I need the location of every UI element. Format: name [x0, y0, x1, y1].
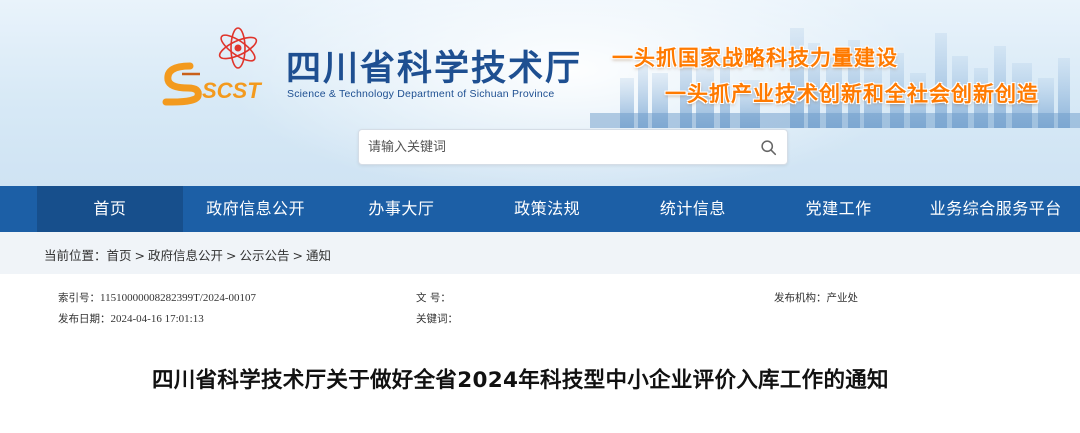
meta-keywords-label: 关键词： — [416, 313, 458, 325]
slogan-line-1: 一头抓国家战略科技力量建设 — [612, 46, 898, 70]
meta-publisher-value: 产业处 — [826, 292, 859, 304]
nav-item-service-hall[interactable]: 办事大厅 — [329, 186, 475, 232]
meta-index: 索引号：11510000008282399T/2024-00107 — [58, 290, 256, 305]
search-box — [358, 129, 788, 165]
breadcrumb-link-notices[interactable]: 通知 — [306, 248, 331, 263]
main-nav: 首页 政府信息公开 办事大厅 政策法规 统计信息 党建工作 业务综合服务平台 — [0, 186, 1080, 232]
breadcrumb-link-announcements[interactable]: 公示公告 — [240, 248, 290, 263]
meta-docno-label: 文 号： — [416, 292, 451, 304]
nav-item-home[interactable]: 首页 — [37, 186, 183, 232]
meta-publisher-label: 发布机构： — [774, 292, 827, 304]
nav-item-party-building[interactable]: 党建工作 — [766, 186, 912, 232]
breadcrumb-separator: > — [134, 248, 146, 263]
site-header: SCST 四川省科学技术厅 Science & Technology Depar… — [0, 0, 1080, 186]
logo-text: SCST — [202, 78, 262, 103]
meta-date: 发布日期：2024-04-16 17:01:13 — [58, 311, 204, 326]
search-input[interactable] — [359, 130, 749, 164]
meta-publisher: 发布机构：产业处 — [774, 290, 858, 305]
slogan-line-2: 一头抓产业技术创新和全社会创新创造 — [665, 82, 1039, 106]
scst-logo: SCST — [162, 27, 262, 106]
nav-item-service-platform[interactable]: 业务综合服务平台 — [912, 186, 1080, 232]
breadcrumb-link-home[interactable]: 首页 — [107, 248, 132, 263]
breadcrumb-link-gov-info[interactable]: 政府信息公开 — [148, 248, 223, 263]
nav-item-policies[interactable]: 政策法规 — [474, 186, 620, 232]
breadcrumb-separator: > — [292, 248, 304, 263]
breadcrumb-separator: > — [226, 248, 237, 263]
nav-item-statistics[interactable]: 统计信息 — [620, 186, 766, 232]
meta-keywords: 关键词： — [416, 311, 458, 326]
breadcrumb-bar: 当前位置：首页 > 政府信息公开 > 公示公告 > 通知 — [0, 232, 1080, 274]
meta-date-value: 2024-04-16 17:01:13 — [110, 313, 204, 325]
breadcrumb-prefix: 当前位置： — [44, 248, 107, 263]
meta-date-label: 发布日期： — [58, 313, 111, 325]
article-title: 四川省科学技术厅关于做好全省2024年科技型中小企业评价入库工作的通知 — [152, 368, 889, 393]
nav-item-gov-info[interactable]: 政府信息公开 — [183, 186, 329, 232]
site-title: 四川省科学技术厅 — [286, 49, 583, 89]
meta-index-value: 11510000008282399T/2024-00107 — [100, 292, 257, 304]
meta-docno: 文 号： — [416, 290, 451, 305]
site-subtitle: Science & Technology Department of Sichu… — [287, 88, 555, 100]
search-icon[interactable] — [760, 139, 777, 156]
meta-index-label: 索引号： — [58, 292, 100, 304]
city-skyline-image — [590, 28, 1080, 128]
breadcrumb: 当前位置：首页 > 政府信息公开 > 公示公告 > 通知 — [44, 245, 331, 264]
